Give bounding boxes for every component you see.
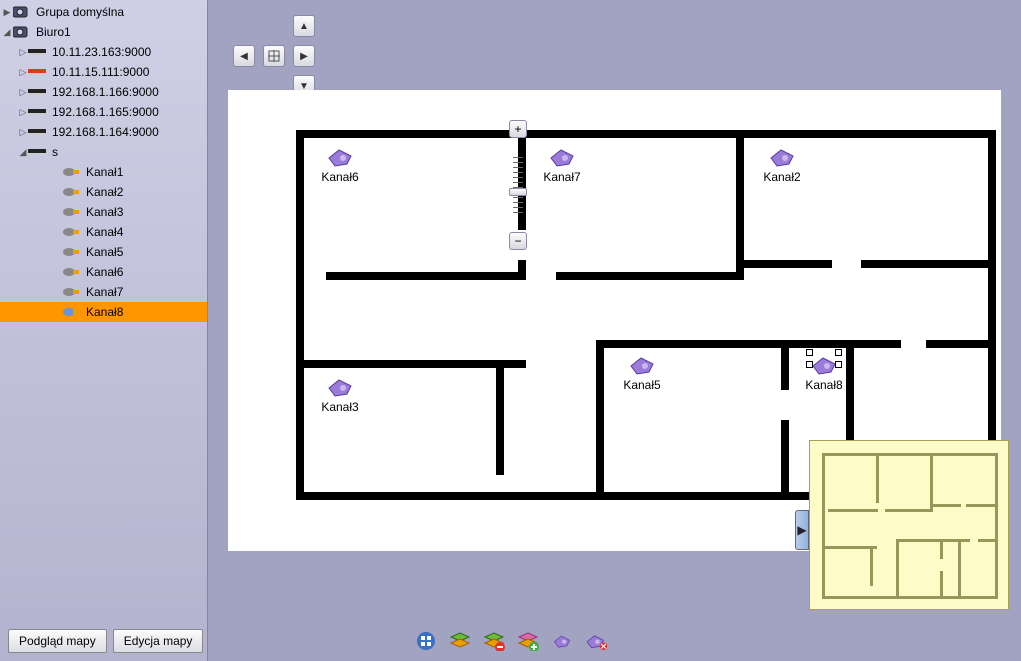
channel-icon [62, 246, 82, 258]
tree-node-folder-s[interactable]: ◢ s [0, 142, 207, 162]
map-edit-button[interactable]: Edycja mapy [113, 629, 204, 653]
tree-node-label: s [50, 145, 58, 159]
tree-node-label: 192.168.1.165:9000 [50, 105, 159, 119]
channel-icon [62, 226, 82, 238]
pan-up-button[interactable]: ▲ [293, 15, 315, 37]
collapse-arrow-icon[interactable]: ◢ [18, 147, 28, 158]
channel-icon [62, 286, 82, 298]
map-camera-kanal2[interactable]: Kanał2 [752, 144, 812, 184]
camera-group-icon [12, 25, 32, 39]
tree-node-channel[interactable]: Kanał3 [0, 202, 207, 222]
channel-icon [62, 186, 82, 198]
zoom-slider[interactable]: + − [508, 120, 528, 250]
tree-node-device[interactable]: ▷ 10.11.23.163:9000 [0, 42, 207, 62]
tree-node-label: 10.11.15.111:9000 [50, 65, 149, 79]
map-layers-icon[interactable] [448, 629, 472, 653]
camera-group-icon [12, 5, 32, 19]
zoom-thumb[interactable] [509, 188, 527, 196]
tree-node-channel[interactable]: Kanał2 [0, 182, 207, 202]
expand-arrow-icon[interactable]: ▷ [18, 127, 28, 138]
map-camera-kanal5[interactable]: Kanał5 [612, 352, 672, 392]
tree-node-biuro1[interactable]: ◢ Biuro1 [0, 22, 207, 42]
nvr-device-icon [28, 107, 48, 117]
map-add-icon[interactable] [516, 629, 540, 653]
map-editor-area: ▲ ◀ ▶ ▼ [208, 0, 1021, 661]
expand-arrow-icon[interactable]: ▷ [18, 67, 28, 78]
tree-node-label: Kanał5 [84, 245, 123, 259]
device-tree-sidebar: ▶ Grupa domyślna ◢ Biuro1 ▷ 10.11.23.163… [0, 0, 208, 661]
pan-right-button[interactable]: ▶ [293, 45, 315, 67]
camera-label: Kanał2 [763, 170, 800, 184]
map-camera-kanal6[interactable]: Kanał6 [310, 144, 370, 184]
nvr-device-icon [28, 147, 48, 157]
minimap-toggle-button[interactable]: ▶ [795, 510, 809, 550]
tree-node-device[interactable]: ▷ 192.168.1.165:9000 [0, 102, 207, 122]
map-camera-kanal3[interactable]: Kanał3 [310, 374, 370, 414]
pan-left-button[interactable]: ◀ [233, 45, 255, 67]
expand-arrow-icon[interactable]: ▶ [2, 7, 12, 18]
mode-buttons: Podgląd mapy Edycja mapy [8, 629, 203, 653]
nvr-device-alert-icon [28, 67, 48, 77]
camera-delete-icon[interactable] [584, 629, 608, 653]
channel-icon [62, 166, 82, 178]
tree-node-device[interactable]: ▷ 192.168.1.164:9000 [0, 122, 207, 142]
camera-label: Kanał8 [805, 378, 842, 392]
map-camera-kanal7[interactable]: Kanał7 [532, 144, 592, 184]
map-preview-button[interactable]: Podgląd mapy [8, 629, 107, 653]
pan-center-button[interactable] [263, 45, 285, 67]
map-toolbar [414, 629, 608, 653]
channel-icon [62, 306, 82, 318]
nvr-device-icon [28, 47, 48, 57]
map-remove-icon[interactable] [482, 629, 506, 653]
tree-node-channel[interactable]: Kanał5 [0, 242, 207, 262]
tree-node-label: Kanał2 [84, 185, 123, 199]
zoom-in-button[interactable]: + [509, 120, 527, 138]
tree-node-label: Kanał3 [84, 205, 123, 219]
tree-node-label: 192.168.1.164:9000 [50, 125, 159, 139]
tree-node-device[interactable]: ▷ 192.168.1.166:9000 [0, 82, 207, 102]
camera-label: Kanał7 [543, 170, 580, 184]
tree-node-channel[interactable]: Kanał1 [0, 162, 207, 182]
nvr-device-icon [28, 87, 48, 97]
tree-node-label: Kanał6 [84, 265, 123, 279]
tree-node-label: Grupa domyślna [34, 5, 124, 19]
camera-label: Kanał5 [623, 378, 660, 392]
tree-node-label: 10.11.23.163:9000 [50, 45, 151, 59]
collapse-arrow-icon[interactable]: ◢ [2, 27, 12, 38]
camera-label: Kanał3 [321, 400, 358, 414]
camera-tool-icon[interactable] [550, 629, 574, 653]
device-tree: ▶ Grupa domyślna ◢ Biuro1 ▷ 10.11.23.163… [0, 0, 207, 661]
tree-node-channel[interactable]: Kanał4 [0, 222, 207, 242]
minimap[interactable] [809, 440, 1009, 610]
tree-node-device[interactable]: ▷ 10.11.15.111:9000 [0, 62, 207, 82]
tree-node-channel[interactable]: Kanał6 [0, 262, 207, 282]
tree-node-default-group[interactable]: ▶ Grupa domyślna [0, 2, 207, 22]
tree-node-label: Kanał8 [84, 305, 123, 319]
tree-node-channel-selected[interactable]: Kanał8 [0, 302, 207, 322]
camera-label: Kanał6 [321, 170, 358, 184]
expand-arrow-icon[interactable]: ▷ [18, 87, 28, 98]
expand-arrow-icon[interactable]: ▷ [18, 107, 28, 118]
zoom-track[interactable] [511, 140, 525, 230]
tree-node-label: 192.168.1.166:9000 [50, 85, 159, 99]
tree-node-label: Kanał1 [84, 165, 123, 179]
nvr-device-icon [28, 127, 48, 137]
tree-node-channel[interactable]: Kanał7 [0, 282, 207, 302]
zoom-out-button[interactable]: − [509, 232, 527, 250]
channel-icon [62, 266, 82, 278]
tree-node-label: Kanał4 [84, 225, 123, 239]
map-camera-kanal8-selected[interactable]: Kanał8 [794, 352, 854, 392]
tree-node-label: Kanał7 [84, 285, 123, 299]
expand-arrow-icon[interactable]: ▷ [18, 47, 28, 58]
tree-node-label: Biuro1 [34, 25, 71, 39]
grid-view-icon[interactable] [414, 629, 438, 653]
channel-icon [62, 206, 82, 218]
